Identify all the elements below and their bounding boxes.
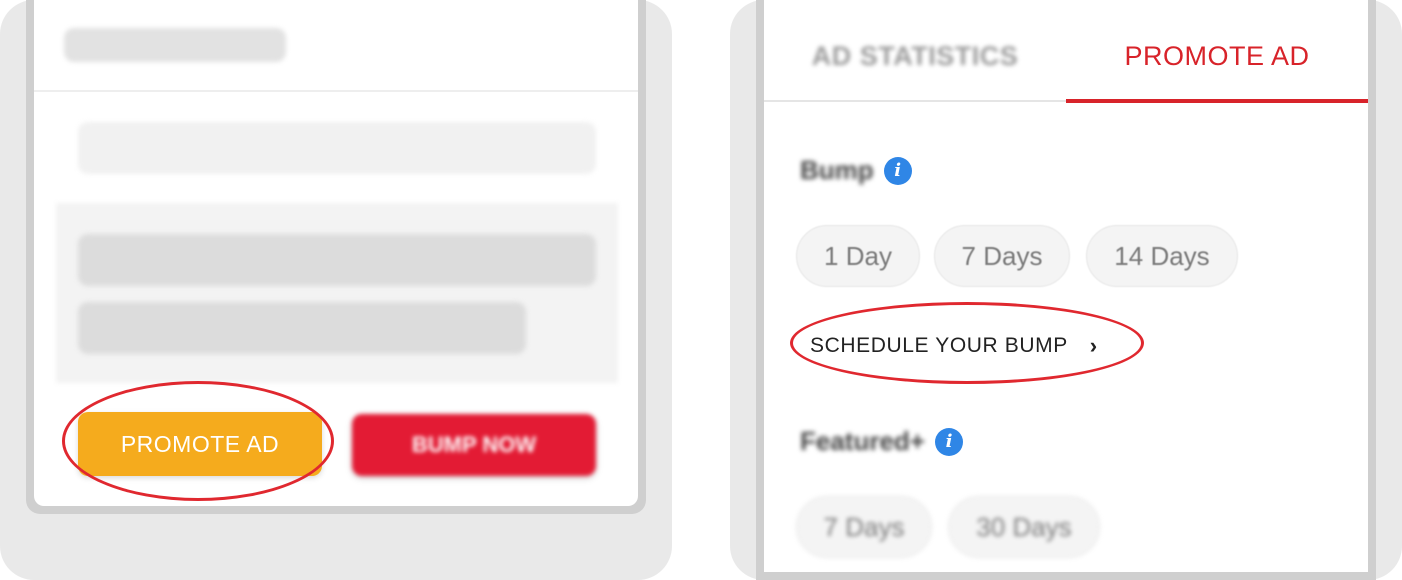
ad-info-placeholder-line-1	[78, 234, 596, 286]
bump-section-title: Bump i	[800, 155, 912, 186]
info-icon[interactable]: i	[935, 427, 963, 456]
right-phone-frame: AD STATISTICS PROMOTE AD Bump i 1 Day 7 …	[730, 0, 1402, 580]
featured-option-30-days[interactable]: 30 Days	[948, 496, 1100, 558]
right-screen-bezel: AD STATISTICS PROMOTE AD Bump i 1 Day 7 …	[756, 0, 1376, 580]
featured-option-7-days[interactable]: 7 Days	[796, 496, 932, 558]
bump-option-7-days[interactable]: 7 Days	[934, 225, 1070, 287]
chevron-right-icon: ›	[1089, 333, 1098, 358]
bump-option-14-days[interactable]: 14 Days	[1086, 225, 1238, 287]
left-screen-bezel: PROMOTE AD BUMP NOW	[26, 0, 646, 514]
ad-info-placeholder-line-2	[78, 302, 526, 354]
bump-now-button[interactable]: BUMP NOW	[352, 414, 596, 476]
tab-promote-ad[interactable]: PROMOTE AD	[1066, 24, 1368, 88]
left-phone-frame: PROMOTE AD BUMP NOW	[0, 0, 672, 580]
featured-section-title: Featured+ i	[800, 426, 963, 457]
active-tab-indicator	[1066, 99, 1368, 103]
bump-option-1-day[interactable]: 1 Day	[796, 225, 920, 287]
right-screen: AD STATISTICS PROMOTE AD Bump i 1 Day 7 …	[764, 0, 1368, 572]
promote-ad-button[interactable]: PROMOTE AD	[78, 412, 322, 476]
featured-title-text: Featured+	[800, 426, 925, 456]
schedule-your-bump-link[interactable]: SCHEDULE YOUR BUMP ›	[810, 326, 1098, 366]
header-placeholder	[64, 28, 286, 62]
header-divider	[34, 90, 638, 92]
schedule-link-label: SCHEDULE YOUR BUMP	[810, 334, 1068, 357]
content-placeholder	[78, 122, 596, 174]
bump-title-text: Bump	[800, 155, 874, 185]
left-screen: PROMOTE AD BUMP NOW	[34, 0, 638, 506]
info-icon[interactable]: i	[883, 156, 912, 185]
tab-ad-statistics[interactable]: AD STATISTICS	[764, 24, 1066, 88]
ad-info-block	[56, 203, 618, 383]
